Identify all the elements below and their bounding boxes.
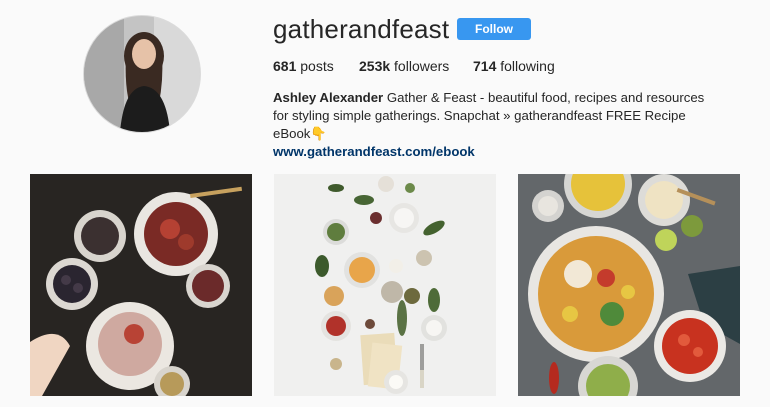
- following-count: 714: [473, 58, 497, 74]
- posts-count: 681: [273, 58, 297, 74]
- post-thumbnail-2[interactable]: [274, 174, 496, 396]
- post-thumbnail-1[interactable]: [30, 174, 252, 396]
- profile-avatar: [83, 15, 201, 133]
- post-thumbnail-3[interactable]: [518, 174, 740, 396]
- followers-count: 253k: [359, 58, 391, 74]
- following-label: following: [500, 58, 555, 74]
- profile-full-name: Ashley Alexander: [273, 90, 384, 105]
- profile-website-link[interactable]: www.gatherandfeast.com/ebook: [273, 144, 475, 159]
- followers-stat[interactable]: 253k followers: [359, 58, 449, 74]
- profile-username: gatherandfeast: [273, 14, 450, 44]
- followers-label: followers: [394, 58, 450, 74]
- following-stat[interactable]: 714 following: [473, 58, 555, 74]
- profile-bio: Ashley Alexander Gather & Feast - beauti…: [273, 89, 713, 161]
- follow-button[interactable]: Follow: [457, 18, 531, 40]
- posts-label: posts: [300, 58, 334, 74]
- posts-stat: 681 posts: [273, 58, 334, 74]
